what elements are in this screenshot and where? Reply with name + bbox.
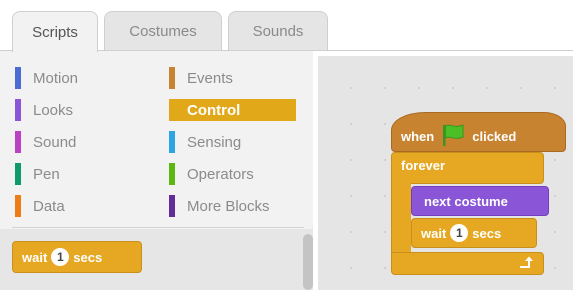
hat-clicked-label: clicked <box>472 128 517 144</box>
palette-block-list: wait 1 secs <box>0 229 313 290</box>
when-flag-clicked-block[interactable]: when clicked <box>391 112 566 152</box>
wait-unit: secs <box>73 249 103 265</box>
wait-word: wait <box>421 225 447 241</box>
category-data[interactable]: Data <box>15 195 145 217</box>
tab-costumes[interactable]: Costumes <box>104 11 222 51</box>
wait-seconds-input[interactable]: 1 <box>450 224 469 242</box>
category-more-blocks[interactable]: More Blocks <box>169 195 299 217</box>
category-motion[interactable]: Motion <box>15 67 145 89</box>
hat-when-label: when <box>401 128 435 144</box>
category-looks[interactable]: Looks <box>15 99 145 121</box>
category-label: Looks <box>33 101 74 119</box>
forever-block[interactable]: forever next costume wait 1 secs <box>391 152 549 279</box>
palette-wait-block[interactable]: wait 1 secs <box>12 241 142 273</box>
looks-color-bar <box>15 99 21 121</box>
category-label: Pen <box>33 165 60 183</box>
more-blocks-color-bar <box>169 195 175 217</box>
next-costume-block[interactable]: next costume <box>411 186 549 216</box>
loop-arrow-icon <box>518 255 534 276</box>
tab-scripts-label: Scripts <box>32 23 78 41</box>
wait-seconds-input[interactable]: 1 <box>51 248 70 266</box>
category-control[interactable]: Control <box>169 99 299 121</box>
forever-arm <box>391 183 411 253</box>
tab-costumes-label: Costumes <box>129 23 197 40</box>
scripting-area[interactable]: when clicked forever next costume wait 1… <box>318 56 573 290</box>
sensing-color-bar <box>169 131 175 153</box>
category-events[interactable]: Events <box>169 67 299 89</box>
category-label: Operators <box>187 165 254 183</box>
tab-sounds-label: Sounds <box>252 23 304 40</box>
category-label: Control <box>187 101 241 119</box>
tab-scripts[interactable]: Scripts <box>12 11 98 52</box>
pen-color-bar <box>15 163 21 185</box>
category-label: Events <box>187 69 233 87</box>
category-label: Sensing <box>187 133 242 151</box>
data-color-bar <box>15 195 21 217</box>
tab-bar: Scripts Costumes Sounds <box>0 0 573 52</box>
category-label: Data <box>33 197 65 215</box>
wait-secs-block[interactable]: wait 1 secs <box>411 218 537 248</box>
palette-scrollbar[interactable] <box>303 234 313 290</box>
forever-footer <box>391 252 544 275</box>
category-label: Motion <box>33 69 79 87</box>
forever-label: forever <box>401 158 446 173</box>
category-sound[interactable]: Sound <box>15 131 145 153</box>
wait-unit: secs <box>472 225 502 241</box>
palette-divider <box>12 227 304 228</box>
green-flag-icon <box>440 123 466 150</box>
category-label: More Blocks <box>187 197 270 215</box>
category-pen[interactable]: Pen <box>15 163 145 185</box>
events-color-bar <box>169 67 175 89</box>
operators-color-bar <box>169 163 175 185</box>
next-costume-label: next costume <box>424 193 508 209</box>
category-operators[interactable]: Operators <box>169 163 299 185</box>
motion-color-bar <box>15 67 21 89</box>
sound-color-bar <box>15 131 21 153</box>
category-label: Sound <box>33 133 77 151</box>
wait-word: wait <box>22 249 48 265</box>
forever-header: forever <box>391 152 544 184</box>
tab-sounds[interactable]: Sounds <box>228 11 328 51</box>
category-sensing[interactable]: Sensing <box>169 131 299 153</box>
